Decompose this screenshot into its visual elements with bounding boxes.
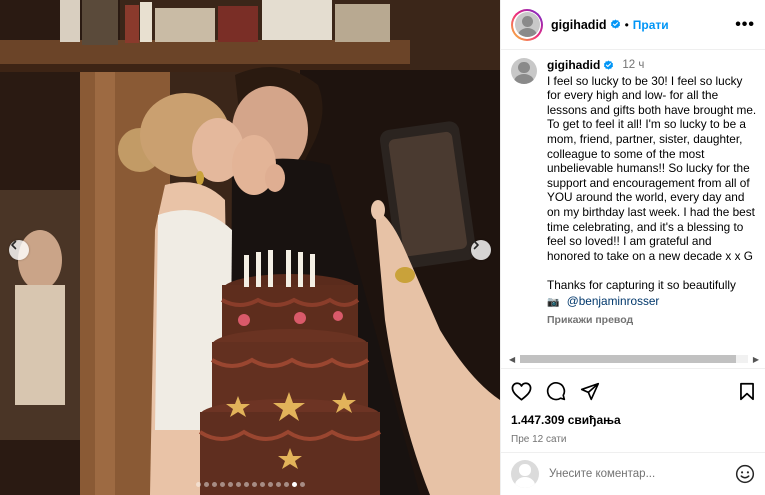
carousel-dot: [299, 482, 305, 487]
carousel-dot: [251, 482, 257, 487]
bookmark-icon: [740, 382, 754, 400]
post-timestamp[interactable]: Пре 12 сати: [511, 434, 755, 445]
caption-text: I feel so lucky to be 30! I feel so luck…: [547, 73, 757, 292]
emoji-picker-button[interactable]: [735, 464, 755, 484]
carousel-dot: [291, 482, 297, 487]
post-side-panel: gigihadid • Прати ••• gigihadid 12 ч I f…: [500, 0, 765, 495]
follow-button[interactable]: Прати: [633, 18, 669, 32]
comment-bubble-icon: [546, 382, 566, 401]
author-avatar[interactable]: [511, 8, 543, 41]
carousel-dot: [227, 482, 233, 487]
more-options-button[interactable]: •••: [735, 16, 755, 32]
carousel-dot: [259, 482, 265, 487]
carousel-dot: [275, 482, 281, 487]
carousel-dot: [195, 482, 201, 487]
comment-bar: [501, 452, 765, 495]
mention-link[interactable]: @benjaminrosser: [567, 294, 660, 308]
verified-badge-icon: [610, 19, 621, 30]
camera-emoji: 📷: [547, 296, 560, 308]
carousel-prev-button[interactable]: [9, 240, 29, 260]
heart-icon: [511, 381, 532, 401]
caption-timestamp[interactable]: 12 ч: [622, 58, 644, 73]
scroll-left-arrow-icon[interactable]: ◀: [509, 355, 515, 364]
like-button[interactable]: [511, 381, 532, 401]
carousel-dot: [235, 482, 241, 487]
horizontal-scrollbar[interactable]: ◀ ▶: [509, 354, 759, 364]
carousel-dot: [211, 482, 217, 487]
smiley-icon: [735, 464, 755, 484]
carousel-next-button[interactable]: [471, 240, 491, 260]
carousel-dot: [243, 482, 249, 487]
carousel-dot: [219, 482, 225, 487]
comment-button[interactable]: [546, 381, 566, 401]
post-photo: [0, 0, 500, 495]
caption-username[interactable]: gigihadid: [547, 58, 600, 73]
carousel-dot: [283, 482, 289, 487]
comment-input[interactable]: [549, 468, 735, 480]
save-button[interactable]: [739, 382, 755, 401]
post-actions: 1.447.309 свиђања Пре 12 сати: [501, 368, 765, 445]
see-translation-button[interactable]: Прикажи превод: [547, 313, 757, 328]
separator-dot: •: [624, 17, 629, 32]
share-button[interactable]: [580, 382, 600, 401]
author-username[interactable]: gigihadid: [551, 18, 607, 32]
chevron-right-icon: [473, 240, 479, 250]
likes-count[interactable]: 1.447.309 свиђања: [511, 413, 755, 427]
caption-section: gigihadid 12 ч I feel so lucky to be 30!…: [511, 58, 757, 350]
post-media[interactable]: [0, 0, 500, 495]
carousel-dot: [267, 482, 273, 487]
paper-plane-icon: [580, 382, 600, 400]
carousel-dot: [203, 482, 209, 487]
caption-avatar[interactable]: [511, 58, 537, 84]
verified-badge-icon: [603, 60, 614, 71]
scroll-right-arrow-icon[interactable]: ▶: [753, 355, 759, 364]
post-header: gigihadid • Прати •••: [501, 0, 765, 50]
carousel-indicator: [0, 482, 500, 487]
chevron-left-icon: [11, 240, 17, 250]
current-user-avatar: [511, 460, 539, 488]
